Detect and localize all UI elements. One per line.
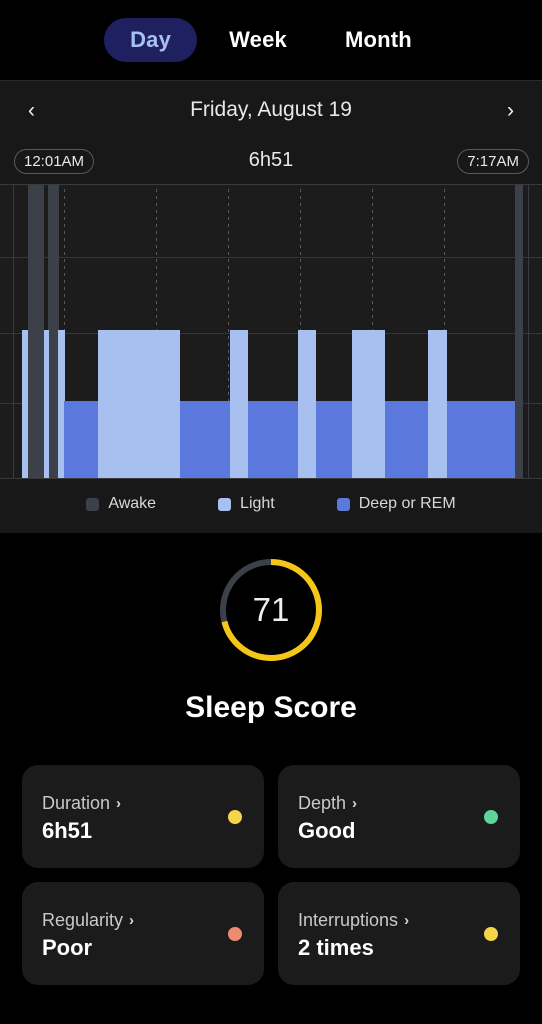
chevron-right-icon[interactable]: › xyxy=(507,100,514,121)
grid-line xyxy=(0,333,542,334)
sleep-end-time: 7:17AM xyxy=(457,149,529,174)
sleep-stage-bar xyxy=(64,401,98,478)
metric-card-duration[interactable]: Duration › 6h51 xyxy=(22,765,264,868)
sleep-stage-bar xyxy=(230,330,248,478)
metric-label-text: Duration xyxy=(42,793,111,813)
sleep-score-ring: 71 xyxy=(216,555,326,665)
chart-axis-labels: 12:01AM 6h51 7:17AM xyxy=(0,139,542,184)
chevron-right-icon: › xyxy=(129,912,135,929)
legend-item-awake: Awake xyxy=(86,495,156,513)
date-title: Friday, August 19 xyxy=(190,98,352,121)
sleep-stage-bar xyxy=(385,401,428,478)
sleep-stage-bar xyxy=(28,185,44,478)
sleep-stage-bar xyxy=(44,330,49,478)
metric-value-interruptions: 2 times xyxy=(298,935,374,960)
tab-day[interactable]: Day xyxy=(104,18,198,62)
status-dot-regularity xyxy=(228,926,242,941)
hypnogram-plot[interactable] xyxy=(0,184,542,479)
chart-legend: Awake Light Deep or REM xyxy=(0,479,542,529)
metric-label-text: Regularity xyxy=(42,910,124,930)
sleep-stage-bar xyxy=(515,185,523,478)
metric-value-depth: Good xyxy=(298,818,356,843)
metric-label-depth: Depth › xyxy=(298,793,500,814)
sleep-stage-bar xyxy=(447,401,515,478)
metric-value-regularity: Poor xyxy=(42,935,93,960)
chevron-right-icon: › xyxy=(404,912,410,929)
sleep-stage-bar xyxy=(180,401,230,478)
metric-label-interruptions: Interruptions › xyxy=(298,910,500,931)
status-dot-interruptions xyxy=(484,926,498,941)
metric-value-duration: 6h51 xyxy=(42,818,93,843)
legend-item-deep-rem: Deep or REM xyxy=(336,495,456,513)
chevron-left-icon[interactable]: ‹ xyxy=(28,100,35,121)
legend-label-awake: Awake xyxy=(108,495,157,512)
legend-item-light: Light xyxy=(218,495,275,513)
metric-label-regularity: Regularity › xyxy=(42,910,244,931)
status-dot-duration xyxy=(228,809,242,824)
plot-edge-line xyxy=(528,185,529,478)
tab-month[interactable]: Month xyxy=(319,18,438,62)
metric-label-text: Depth xyxy=(298,793,347,813)
sleep-stage-bar xyxy=(316,401,352,478)
legend-label-light: Light xyxy=(240,495,275,512)
range-tab-bar: Day Week Month xyxy=(0,0,542,80)
legend-label-deep-rem: Deep or REM xyxy=(358,495,456,512)
status-dot-depth xyxy=(484,809,498,824)
legend-swatch-deep-rem xyxy=(336,497,350,511)
legend-swatch-awake xyxy=(86,497,100,511)
metric-card-regularity[interactable]: Regularity › Poor xyxy=(22,882,264,985)
sleep-stage-bar xyxy=(428,330,447,478)
sleep-score-section: 71 Sleep Score xyxy=(0,533,542,725)
metric-label-text: Interruptions xyxy=(298,910,399,930)
sleep-stage-bar xyxy=(352,330,385,478)
legend-swatch-light xyxy=(218,497,232,511)
sleep-stage-bar xyxy=(298,330,316,478)
metric-label-duration: Duration › xyxy=(42,793,244,814)
sleep-stage-bar xyxy=(248,401,298,478)
chevron-right-icon: › xyxy=(116,795,122,812)
metric-card-interruptions[interactable]: Interruptions › 2 times xyxy=(278,882,520,985)
score-ring-wrap: 71 xyxy=(0,555,542,665)
date-navigation-header: ‹ Friday, August 19 › xyxy=(0,80,542,139)
sleep-score-value: 71 xyxy=(252,591,290,628)
sleep-stage-bar xyxy=(22,330,28,478)
tab-week[interactable]: Week xyxy=(203,18,313,62)
metric-card-depth[interactable]: Depth › Good xyxy=(278,765,520,868)
grid-line xyxy=(0,257,542,258)
sleep-chart-panel: 12:01AM 6h51 7:17AM Awake Light Deep or … xyxy=(0,139,542,533)
sleep-stage-bar xyxy=(98,330,180,478)
chevron-right-icon: › xyxy=(352,795,358,812)
plot-edge-line xyxy=(13,185,14,478)
metric-card-grid: Duration › 6h51 Depth › Good Regularity … xyxy=(0,725,542,985)
sleep-score-title: Sleep Score xyxy=(185,691,357,724)
